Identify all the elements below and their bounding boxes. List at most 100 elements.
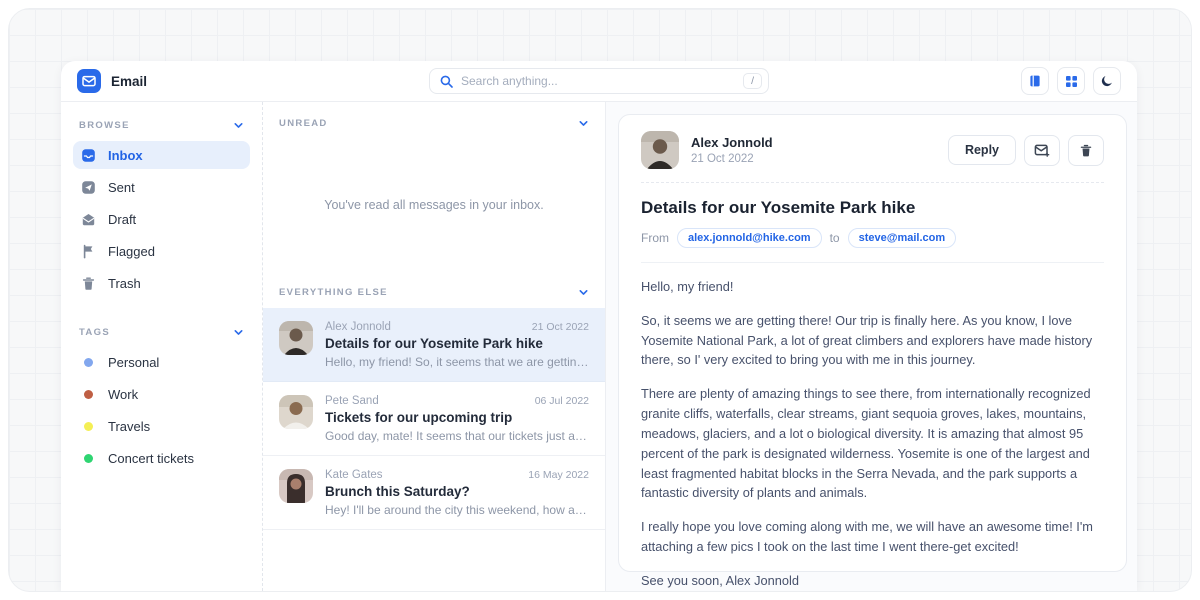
tag-color-dot xyxy=(84,358,93,367)
trash-icon xyxy=(81,276,96,291)
everything-else-label: EVERYTHING ELSE xyxy=(279,287,388,298)
email-list-item[interactable]: Alex Jonnold 21 Oct 2022 Details for our… xyxy=(263,308,605,382)
page-background: Email / xyxy=(8,8,1192,592)
unread-empty-state: You've read all messages in your inbox. xyxy=(263,139,605,271)
draft-icon xyxy=(81,212,96,227)
email-preview: Hello, my friend! So, it seems that we a… xyxy=(325,355,589,369)
email-detail-panel: Alex Jonnold 21 Oct 2022 Reply xyxy=(606,102,1137,591)
avatar xyxy=(279,395,313,429)
mail-plus-icon xyxy=(1034,143,1050,158)
topbar: Email / xyxy=(61,61,1137,102)
unread-label: UNREAD xyxy=(279,118,328,129)
detail-date: 21 Oct 2022 xyxy=(691,153,773,165)
tag-label: Concert tickets xyxy=(108,451,194,466)
tag-color-dot xyxy=(84,454,93,463)
tag-label: Work xyxy=(108,387,138,402)
detail-subject: Details for our Yosemite Park hike xyxy=(641,198,1104,218)
detail-header: Alex Jonnold 21 Oct 2022 Reply xyxy=(641,131,1104,169)
sidebar-item-label: Draft xyxy=(108,212,136,227)
from-email-chip[interactable]: alex.jonnold@hike.com xyxy=(677,228,822,248)
tag-item-work[interactable]: Work xyxy=(73,380,250,408)
sidebar-item-draft[interactable]: Draft xyxy=(73,205,250,233)
apps-button[interactable] xyxy=(1057,67,1085,95)
library-button[interactable] xyxy=(1021,67,1049,95)
browse-section-header: BROWSE xyxy=(73,116,250,141)
search-input[interactable] xyxy=(461,74,735,88)
search-shortcut-hint: / xyxy=(743,73,762,89)
sidebar-item-label: Sent xyxy=(108,180,135,195)
avatar xyxy=(279,469,313,503)
sent-icon xyxy=(81,180,96,195)
library-icon xyxy=(1028,74,1042,88)
everything-else-section-header: EVERYTHING ELSE xyxy=(263,271,605,308)
tags-label: TAGS xyxy=(79,327,110,338)
email-paragraph: Hello, my friend! xyxy=(641,277,1104,297)
delete-button[interactable] xyxy=(1068,135,1104,166)
tags-section-header: TAGS xyxy=(73,323,250,348)
email-paragraph: So, it seems we are getting there! Our t… xyxy=(641,311,1104,370)
flag-icon xyxy=(81,244,96,259)
sidebar-item-flagged[interactable]: Flagged xyxy=(73,237,250,265)
main-area: BROWSE Inbox Sent xyxy=(61,102,1137,591)
email-paragraph: I really hope you love coming along with… xyxy=(641,517,1104,557)
reply-button[interactable]: Reply xyxy=(948,135,1016,165)
unread-section-header: UNREAD xyxy=(263,102,605,139)
tag-item-concert-tickets[interactable]: Concert tickets xyxy=(73,444,250,472)
sidebar-item-label: Flagged xyxy=(108,244,155,259)
divider xyxy=(641,262,1104,263)
sidebar-item-label: Trash xyxy=(108,276,141,291)
message-list-column: UNREAD You've read all messages in your … xyxy=(263,102,606,591)
tag-item-personal[interactable]: Personal xyxy=(73,348,250,376)
tag-color-dot xyxy=(84,422,93,431)
email-body: Hello, my friend! So, it seems we are ge… xyxy=(641,277,1104,591)
tag-label: Travels xyxy=(108,419,150,434)
email-list-item[interactable]: Pete Sand 06 Jul 2022 Tickets for our up… xyxy=(263,382,605,456)
email-list-item[interactable]: Kate Gates 16 May 2022 Brunch this Satur… xyxy=(263,456,605,530)
inbox-icon xyxy=(81,148,96,163)
sidebar-item-label: Inbox xyxy=(108,148,143,163)
from-to-row: From alex.jonnold@hike.com to steve@mail… xyxy=(641,228,1104,248)
sidebar-item-sent[interactable]: Sent xyxy=(73,173,250,201)
email-preview: Good day, mate! It seems that our ticket… xyxy=(325,429,589,443)
browse-label: BROWSE xyxy=(79,120,130,131)
email-sender: Kate Gates xyxy=(325,469,383,481)
avatar xyxy=(279,321,313,355)
moon-icon xyxy=(1100,74,1114,88)
sidebar-item-inbox[interactable]: Inbox xyxy=(73,141,250,169)
email-preview: Hey! I'll be around the city this weeken… xyxy=(325,503,589,517)
email-subject: Brunch this Saturday? xyxy=(325,484,589,499)
sidebar-item-trash[interactable]: Trash xyxy=(73,269,250,297)
tag-label: Personal xyxy=(108,355,159,370)
email-sender: Pete Sand xyxy=(325,395,379,407)
app-title: Email xyxy=(111,74,147,89)
detail-sender-name: Alex Jonnold xyxy=(691,135,773,150)
from-label: From xyxy=(641,231,669,245)
search-icon xyxy=(440,75,453,88)
divider xyxy=(641,182,1104,183)
email-subject: Tickets for our upcoming trip xyxy=(325,410,589,425)
dark-mode-button[interactable] xyxy=(1093,67,1121,95)
tag-color-dot xyxy=(84,390,93,399)
to-email-chip[interactable]: steve@mail.com xyxy=(848,228,957,248)
email-date: 16 May 2022 xyxy=(528,469,589,481)
chevron-down-icon[interactable] xyxy=(578,287,589,298)
email-paragraph: There are plenty of amazing things to se… xyxy=(641,384,1104,503)
email-sender: Alex Jonnold xyxy=(325,321,391,333)
avatar xyxy=(641,131,679,169)
chevron-down-icon[interactable] xyxy=(578,118,589,129)
email-signature: See you soon, Alex Jonnold xyxy=(641,571,1104,591)
email-subject: Details for our Yosemite Park hike xyxy=(325,336,589,351)
sidebar: BROWSE Inbox Sent xyxy=(61,102,263,591)
trash-icon xyxy=(1079,143,1093,158)
mail-plus-button[interactable] xyxy=(1024,135,1060,166)
email-app-window: Email / xyxy=(61,61,1137,591)
search-bar[interactable]: / xyxy=(429,68,769,94)
apps-grid-icon xyxy=(1065,75,1078,88)
tag-item-travels[interactable]: Travels xyxy=(73,412,250,440)
chevron-down-icon[interactable] xyxy=(233,120,244,131)
email-date: 21 Oct 2022 xyxy=(532,321,589,333)
email-logo-icon xyxy=(77,69,101,93)
email-date: 06 Jul 2022 xyxy=(535,395,589,407)
chevron-down-icon[interactable] xyxy=(233,327,244,338)
topbar-actions xyxy=(911,67,1121,95)
